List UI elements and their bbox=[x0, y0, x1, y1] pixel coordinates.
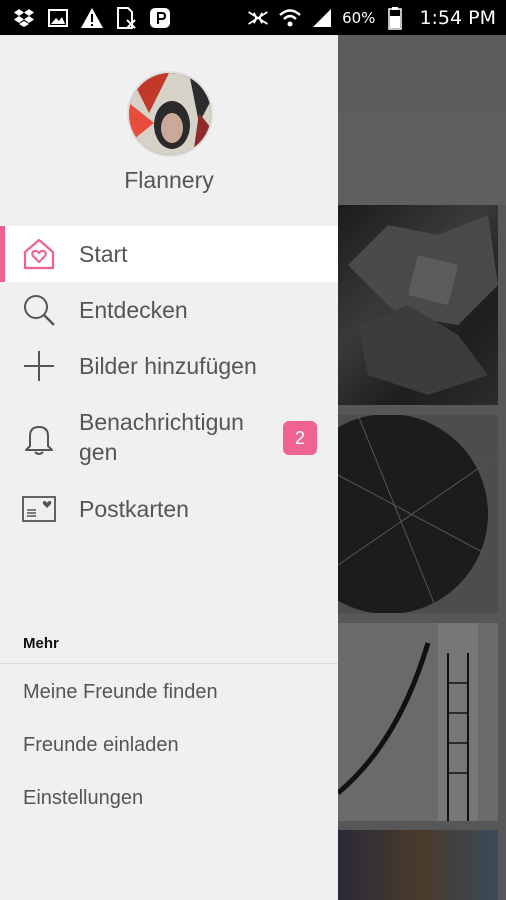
image-icon bbox=[46, 6, 70, 30]
home-heart-icon bbox=[20, 235, 58, 273]
feed-image-painting[interactable] bbox=[338, 830, 498, 900]
nav-item-label: Start bbox=[79, 241, 128, 267]
clock: 1:54 PM bbox=[419, 7, 496, 29]
feed-toolbar bbox=[338, 113, 506, 242]
menu-item-invite-friends[interactable]: Freunde einladen bbox=[23, 734, 179, 757]
battery-percent: 60% bbox=[342, 9, 376, 27]
feed-header bbox=[338, 35, 506, 113]
navigation-drawer: Flannery Start Entdecken Bilder hinzufüg… bbox=[0, 35, 338, 900]
menu-item-settings[interactable]: Einstellungen bbox=[23, 787, 143, 810]
nav-item-bilder-hinzufuegen[interactable]: Bilder hinzufügen bbox=[0, 338, 338, 394]
nav-item-label-line1: Benachrichtigun bbox=[79, 409, 244, 435]
search-icon bbox=[20, 291, 58, 329]
feed-image-sphere[interactable] bbox=[338, 415, 498, 613]
nav-item-start[interactable]: Start bbox=[0, 226, 338, 282]
postcard-icon bbox=[20, 490, 58, 528]
signal-icon bbox=[310, 6, 334, 30]
nav-item-benachrichtigungen[interactable]: Benachrichtigun gen 2 bbox=[0, 405, 338, 471]
nav-item-label: Bilder hinzufügen bbox=[79, 353, 257, 379]
sim-error-icon bbox=[114, 6, 138, 30]
username[interactable]: Flannery bbox=[0, 167, 338, 194]
avatar[interactable] bbox=[127, 71, 213, 157]
plus-icon bbox=[20, 347, 58, 385]
bell-icon bbox=[20, 420, 58, 458]
nav-item-label-line2: gen bbox=[79, 439, 118, 465]
divider bbox=[0, 663, 338, 664]
dropbox-icon bbox=[12, 6, 36, 30]
feed-image-architecture[interactable] bbox=[338, 205, 498, 405]
background-feed[interactable] bbox=[338, 35, 506, 900]
battery-icon bbox=[383, 6, 407, 30]
section-title-more: Mehr bbox=[23, 635, 59, 652]
notification-icons bbox=[12, 4, 172, 32]
nfc-mute-icon bbox=[246, 6, 270, 30]
feed-image-staircase[interactable] bbox=[338, 623, 498, 821]
nav-item-label: Benachrichtigun gen bbox=[79, 407, 244, 467]
nav-item-label: Postkarten bbox=[79, 496, 189, 522]
nav-item-label: Entdecken bbox=[79, 297, 188, 323]
nav-item-postkarten[interactable]: Postkarten bbox=[0, 481, 338, 537]
nav-item-entdecken[interactable]: Entdecken bbox=[0, 282, 338, 338]
wifi-icon bbox=[278, 6, 302, 30]
p-app-icon bbox=[148, 6, 172, 30]
notification-count-badge: 2 bbox=[283, 421, 317, 455]
menu-item-find-friends[interactable]: Meine Freunde finden bbox=[23, 681, 218, 704]
status-bar: 60% 1:54 PM bbox=[0, 0, 506, 35]
system-icons: 60% 1:54 PM bbox=[246, 4, 496, 32]
warning-icon bbox=[80, 6, 104, 30]
